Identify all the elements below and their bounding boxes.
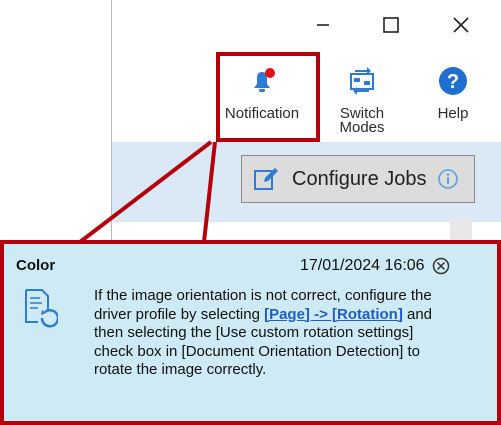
page-rotation-link[interactable]: [Page] -> [Rotation] [264, 306, 403, 323]
help-button[interactable]: ? Help [413, 62, 493, 132]
popup-timestamp: 17/01/2024 16:06 [300, 257, 425, 274]
switch-modes-label: Switch Modes [322, 106, 402, 136]
close-button[interactable] [446, 10, 476, 40]
maximize-icon [383, 17, 399, 33]
close-circle-icon[interactable] [432, 257, 450, 275]
info-icon[interactable] [437, 168, 459, 190]
minimize-button[interactable] [308, 10, 338, 40]
configure-jobs-button[interactable]: Configure Jobs [241, 155, 475, 203]
switch-modes-button[interactable]: Switch Modes [322, 62, 402, 136]
help-label: Help [437, 105, 469, 122]
notification-popup: Color 17/01/2024 16:06 If the image orie… [0, 240, 501, 425]
scrollbar[interactable] [450, 218, 472, 240]
edit-icon [254, 168, 278, 190]
document-rotate-icon [25, 289, 58, 328]
switch-modes-label-line2: Modes [339, 119, 385, 136]
configure-jobs-label: Configure Jobs [292, 167, 427, 190]
close-icon [453, 17, 469, 33]
switch-modes-icon [350, 67, 374, 95]
maximize-button[interactable] [376, 10, 406, 40]
svg-text:?: ? [447, 71, 459, 93]
minimize-icon [317, 24, 329, 26]
notification-highlight [216, 52, 320, 142]
popup-message: If the image orientation is not correct,… [94, 287, 434, 380]
popup-title: Color [16, 257, 56, 274]
help-icon: ? [439, 67, 467, 95]
